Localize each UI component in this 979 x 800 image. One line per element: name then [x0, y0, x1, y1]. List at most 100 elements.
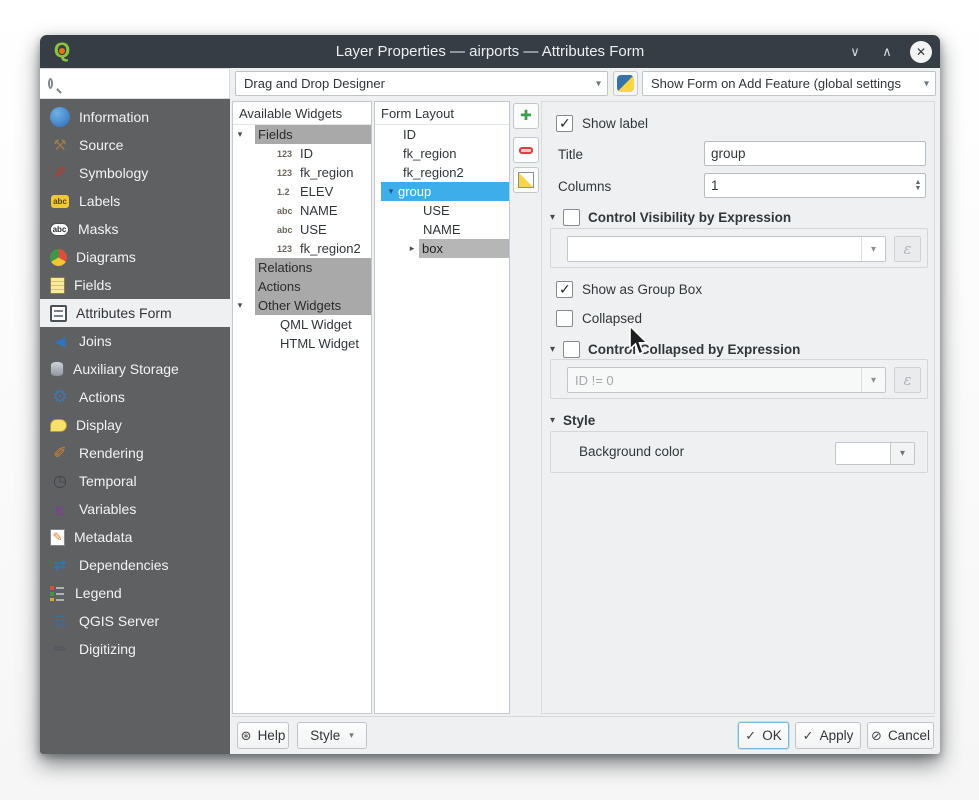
category-label: Fields — [255, 125, 371, 144]
aw-widget-html-widget[interactable]: HTML Widget — [233, 334, 371, 353]
sidebar-item-auxiliary-storage[interactable]: Auxiliary Storage — [40, 355, 230, 383]
chevron-down-icon[interactable]: ▾ — [891, 442, 915, 465]
collapse-triangle-icon[interactable]: ▾ — [550, 344, 555, 355]
style-section-header[interactable]: ▾ Style — [550, 413, 595, 428]
field-type-marker: 123 — [277, 168, 300, 178]
aw-widget-qml-widget[interactable]: QML Widget — [233, 315, 371, 334]
sidebar-item-fields[interactable]: Fields — [40, 271, 230, 299]
close-icon[interactable]: ✕ — [910, 41, 932, 63]
fl-item-id[interactable]: ID — [375, 125, 509, 144]
expander-down-icon[interactable]: ▾ — [233, 129, 247, 140]
aw-category-other-widgets[interactable]: ▾Other Widgets — [233, 296, 371, 315]
expander-down-icon[interactable]: ▾ — [384, 186, 398, 197]
available-widgets-title: Available Widgets — [233, 102, 371, 125]
show-label-text: Show label — [582, 116, 648, 131]
fl-item-group[interactable]: ▾group — [375, 182, 509, 201]
sidebar-item-metadata[interactable]: Metadata — [40, 523, 230, 551]
sidebar-item-symbology[interactable]: Symbology — [40, 159, 230, 187]
aw-category-actions[interactable]: Actions — [233, 277, 371, 296]
sidebar-item-diagrams[interactable]: Diagrams — [40, 243, 230, 271]
show-group-box-checkbox[interactable] — [556, 281, 573, 298]
columns-spinbox[interactable] — [704, 173, 926, 198]
collapsed-expression-header[interactable]: ▾ Control Collapsed by Expression — [550, 341, 800, 358]
sidebar-item-variables[interactable]: Variables — [40, 495, 230, 523]
collapsed-checkbox[interactable] — [556, 310, 573, 327]
title-input[interactable] — [704, 141, 926, 166]
fl-item-box[interactable]: ▸box — [375, 239, 509, 258]
collapsed-expression-title: Control Collapsed by Expression — [588, 342, 800, 357]
designer-mode-combobox[interactable]: Drag and Drop Designer ▾ — [235, 71, 608, 96]
field-label: NAME — [300, 203, 338, 218]
visibility-expression-header[interactable]: ▾ Control Visibility by Expression — [550, 209, 791, 226]
fl-item-use[interactable]: USE — [375, 201, 509, 220]
field-label: fk_region — [300, 165, 353, 180]
form-open-mode-combobox[interactable]: Show Form on Add Feature (global setting… — [642, 71, 936, 96]
collapse-triangle-icon[interactable]: ▾ — [550, 415, 555, 426]
collapsed-expression-checkbox[interactable] — [563, 341, 580, 358]
fl-item-fk-region2[interactable]: fk_region2 — [375, 163, 509, 182]
sidebar-item-dependencies[interactable]: Dependencies — [40, 551, 230, 579]
sidebar-item-information[interactable]: Information — [40, 103, 230, 131]
sidebar-item-labels[interactable]: Labels — [40, 187, 230, 215]
sidebar-item-label: Display — [76, 417, 122, 433]
sidebar-item-actions[interactable]: Actions — [40, 383, 230, 411]
visibility-expression-combobox[interactable]: ▾ — [567, 236, 886, 262]
aw-field-use[interactable]: abcUSE — [233, 220, 371, 239]
show-group-box-row[interactable]: Show as Group Box — [556, 281, 702, 298]
sidebar-item-label: Labels — [79, 193, 120, 209]
toolbar: Drag and Drop Designer ▾ Show Form on Ad… — [40, 68, 940, 99]
search-box[interactable] — [40, 68, 230, 99]
aw-field-fk-region2[interactable]: 123fk_region2 — [233, 239, 371, 258]
expander-right-icon[interactable]: ▸ — [405, 243, 419, 254]
add-container-button[interactable] — [513, 103, 539, 129]
help-button[interactable]: ⊛ Help — [237, 722, 289, 749]
fl-item-name[interactable]: NAME — [375, 220, 509, 239]
sidebar-item-masks[interactable]: Masks — [40, 215, 230, 243]
aw-field-name[interactable]: abcNAME — [233, 201, 371, 220]
sidebar-item-label: Joins — [79, 333, 112, 349]
collapse-triangle-icon[interactable]: ▾ — [550, 212, 555, 223]
sidebar-item-qgis-server[interactable]: QGIS Server — [40, 607, 230, 635]
collapsed-text: Collapsed — [582, 311, 642, 326]
spin-down-icon[interactable]: ▼ — [915, 186, 922, 192]
sidebar-item-legend[interactable]: Legend — [40, 579, 230, 607]
cancel-button[interactable]: ⊘ Cancel — [867, 722, 934, 749]
background-color-dropdown[interactable]: ▾ — [835, 442, 915, 465]
aw-category-fields[interactable]: ▾ Fields — [233, 125, 371, 144]
aw-field-elev[interactable]: 1.2ELEV — [233, 182, 371, 201]
minimize-icon[interactable]: ∨ — [846, 44, 864, 60]
maximize-icon[interactable]: ∧ — [878, 44, 896, 60]
aw-field-id[interactable]: 123ID — [233, 144, 371, 163]
search-input[interactable] — [53, 69, 229, 98]
remove-item-button[interactable] — [513, 137, 539, 163]
aw-category-relations[interactable]: Relations — [233, 258, 371, 277]
change-widget-button[interactable] — [513, 167, 539, 193]
legend-icon — [50, 585, 66, 601]
sidebar-item-attributes-form[interactable]: Attributes Form — [40, 299, 230, 327]
help-button-label: Help — [258, 728, 286, 743]
sidebar-item-joins[interactable]: Joins — [40, 327, 230, 355]
spinbox-arrows[interactable]: ▲ ▼ — [910, 173, 926, 198]
sidebar-item-rendering[interactable]: Rendering — [40, 439, 230, 467]
python-init-button[interactable] — [613, 71, 638, 96]
sidebar-item-digitizing[interactable]: Digitizing — [40, 635, 230, 663]
visibility-expression-checkbox[interactable] — [563, 209, 580, 226]
titlebar[interactable]: Q Layer Properties — airports — Attribut… — [40, 35, 940, 68]
sidebar-item-temporal[interactable]: Temporal — [40, 467, 230, 495]
expression-builder-button[interactable]: ε — [894, 367, 921, 393]
show-label-checkbox[interactable] — [556, 115, 573, 132]
chevron-down-icon[interactable]: ▾ — [861, 368, 885, 392]
apply-button[interactable]: ✓ Apply — [795, 722, 861, 749]
sidebar-item-display[interactable]: Display — [40, 411, 230, 439]
container-label: group — [398, 184, 431, 199]
sidebar-item-source[interactable]: Source — [40, 131, 230, 159]
expander-down-icon[interactable]: ▾ — [233, 300, 247, 311]
expression-builder-button[interactable]: ε — [894, 236, 921, 262]
fl-item-fk-region[interactable]: fk_region — [375, 144, 509, 163]
collapsed-expression-combobox[interactable]: ID != 0 ▾ — [567, 367, 886, 393]
style-menu-button[interactable]: Style ▾ — [297, 722, 367, 749]
ok-button[interactable]: ✓ OK — [738, 722, 789, 749]
aw-field-fk-region[interactable]: 123fk_region — [233, 163, 371, 182]
chevron-down-icon[interactable]: ▾ — [861, 237, 885, 261]
show-label-row[interactable]: Show label — [556, 115, 648, 132]
